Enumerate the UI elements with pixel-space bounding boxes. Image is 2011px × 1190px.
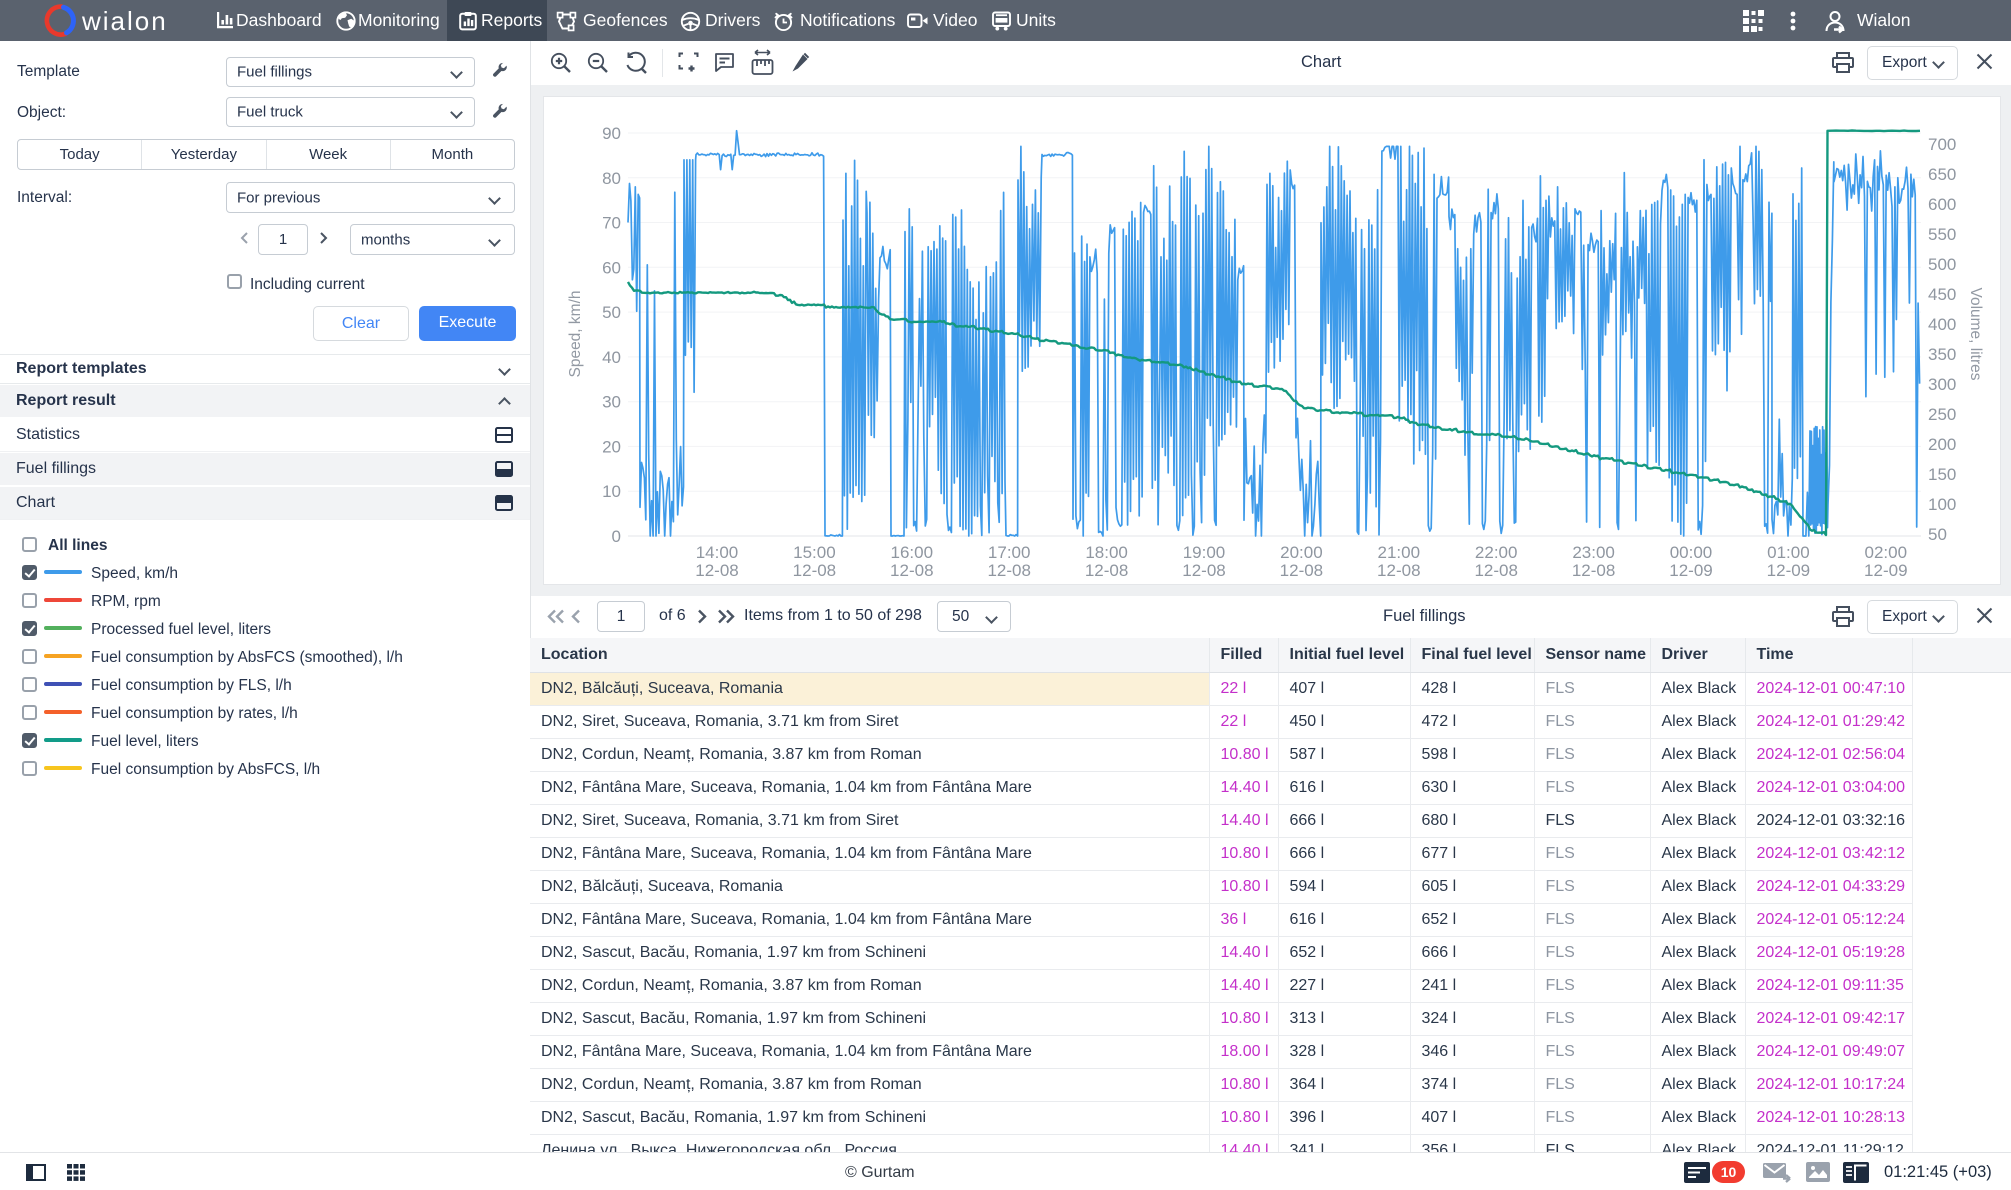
- svg-text:100: 100: [1928, 495, 1956, 514]
- svg-text:50: 50: [602, 303, 621, 322]
- svg-text:12-08: 12-08: [1377, 561, 1420, 580]
- svg-text:22:00: 22:00: [1475, 543, 1518, 562]
- svg-text:90: 90: [602, 124, 621, 143]
- svg-text:200: 200: [1928, 435, 1956, 454]
- svg-text:450: 450: [1928, 285, 1956, 304]
- svg-text:15:00: 15:00: [793, 543, 836, 562]
- svg-text:20: 20: [602, 437, 621, 456]
- svg-text:50: 50: [1928, 525, 1947, 544]
- svg-text:30: 30: [602, 393, 621, 412]
- svg-text:16:00: 16:00: [891, 543, 934, 562]
- svg-text:150: 150: [1928, 465, 1956, 484]
- svg-text:18:00: 18:00: [1085, 543, 1128, 562]
- svg-text:400: 400: [1928, 315, 1956, 334]
- svg-text:12-09: 12-09: [1864, 561, 1907, 580]
- svg-text:600: 600: [1928, 195, 1956, 214]
- svg-text:0: 0: [612, 527, 621, 546]
- svg-text:650: 650: [1928, 165, 1956, 184]
- svg-text:12-08: 12-08: [1474, 561, 1517, 580]
- svg-text:12-08: 12-08: [1085, 561, 1128, 580]
- svg-text:Volume, litres: Volume, litres: [1967, 287, 1984, 380]
- svg-text:17:00: 17:00: [988, 543, 1031, 562]
- svg-text:10: 10: [602, 482, 621, 501]
- svg-text:02:00: 02:00: [1865, 543, 1908, 562]
- svg-text:12-08: 12-08: [1280, 561, 1323, 580]
- svg-text:700: 700: [1928, 135, 1956, 154]
- svg-text:Speed, km/h: Speed, km/h: [567, 290, 584, 377]
- svg-text:23:00: 23:00: [1572, 543, 1615, 562]
- svg-text:250: 250: [1928, 405, 1956, 424]
- svg-text:12-08: 12-08: [1182, 561, 1225, 580]
- svg-text:550: 550: [1928, 225, 1956, 244]
- svg-text:80: 80: [602, 169, 621, 188]
- svg-text:12-08: 12-08: [695, 561, 738, 580]
- svg-text:01:00: 01:00: [1767, 543, 1810, 562]
- svg-text:40: 40: [602, 348, 621, 367]
- svg-text:00:00: 00:00: [1670, 543, 1713, 562]
- svg-text:19:00: 19:00: [1183, 543, 1226, 562]
- svg-text:12-08: 12-08: [793, 561, 836, 580]
- svg-text:60: 60: [602, 258, 621, 277]
- svg-text:350: 350: [1928, 345, 1956, 364]
- svg-text:300: 300: [1928, 375, 1956, 394]
- svg-text:21:00: 21:00: [1378, 543, 1421, 562]
- svg-text:12-08: 12-08: [890, 561, 933, 580]
- svg-text:12-08: 12-08: [987, 561, 1030, 580]
- svg-text:12-09: 12-09: [1767, 561, 1810, 580]
- svg-text:12-09: 12-09: [1669, 561, 1712, 580]
- svg-text:500: 500: [1928, 255, 1956, 274]
- svg-text:14:00: 14:00: [696, 543, 739, 562]
- svg-text:12-08: 12-08: [1572, 561, 1615, 580]
- svg-text:20:00: 20:00: [1280, 543, 1323, 562]
- svg-text:70: 70: [602, 214, 621, 233]
